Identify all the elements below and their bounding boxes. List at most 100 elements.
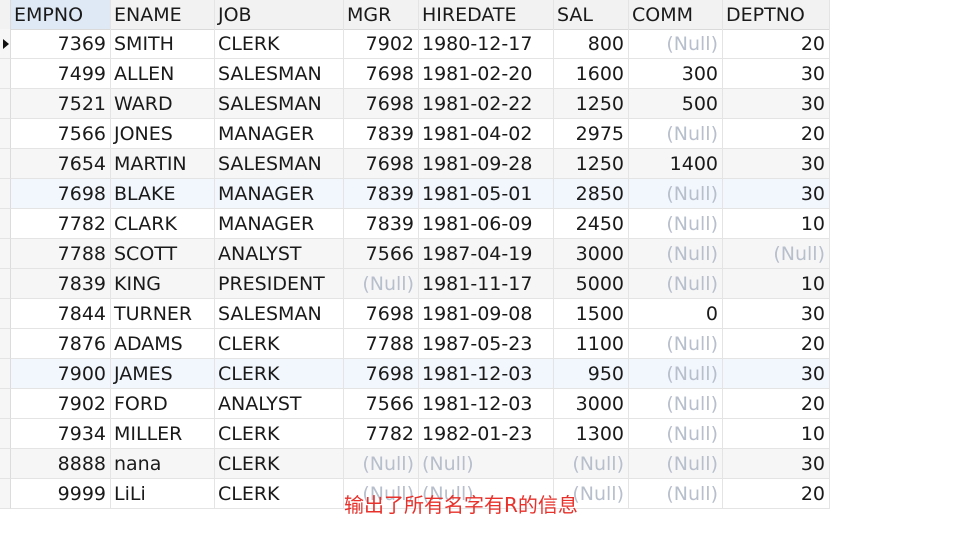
cell-empno[interactable]: 7934 <box>11 419 111 449</box>
cell-deptno[interactable]: 30 <box>723 179 830 209</box>
cell-sal[interactable]: 2450 <box>554 209 629 239</box>
cell-deptno[interactable]: 20 <box>723 479 830 509</box>
cell-job[interactable]: MANAGER <box>215 209 344 239</box>
cell-sal[interactable]: 1250 <box>554 89 629 119</box>
row-indicator[interactable] <box>0 449 11 479</box>
cell-mgr[interactable]: 7698 <box>344 89 419 119</box>
cell-hiredate[interactable]: 1982-01-23 <box>419 419 554 449</box>
cell-deptno[interactable]: 20 <box>723 389 830 419</box>
cell-comm[interactable]: (Null) <box>629 239 723 269</box>
cell-sal[interactable]: (Null) <box>554 449 629 479</box>
cell-hiredate[interactable]: 1981-05-01 <box>419 179 554 209</box>
row-indicator[interactable] <box>0 419 11 449</box>
cell-hiredate[interactable]: 1981-12-03 <box>419 359 554 389</box>
cell-sal[interactable]: 2850 <box>554 179 629 209</box>
cell-job[interactable]: ANALYST <box>215 239 344 269</box>
table-row[interactable]: 7900 JAMES CLERK 7698 1981-12-03 950 (Null) 30 <box>0 359 830 389</box>
cell-empno[interactable]: 7876 <box>11 329 111 359</box>
cell-mgr[interactable]: 7839 <box>344 119 419 149</box>
cell-ename[interactable]: WARD <box>111 89 215 119</box>
cell-ename[interactable]: FORD <box>111 389 215 419</box>
table-row[interactable]: 7934 MILLER CLERK 7782 1982-01-23 1300 (Null) 1… <box>0 419 830 449</box>
cell-empno[interactable]: 7499 <box>11 59 111 89</box>
cell-job[interactable]: CLERK <box>215 329 344 359</box>
row-indicator[interactable] <box>0 119 11 149</box>
column-header-sal[interactable]: SAL <box>554 0 629 30</box>
cell-sal[interactable]: 1250 <box>554 149 629 179</box>
table-row[interactable]: 7566 JONES MANAGER 7839 1981-04-02 2975 (Null)… <box>0 119 830 149</box>
table-row[interactable]: 7499 ALLEN SALESMAN 7698 1981-02-20 1600 300 30 <box>0 59 830 89</box>
table-row[interactable]: 7369 SMITH CLERK 7902 1980-12-17 800 (Null) 20 <box>0 29 830 59</box>
cell-mgr[interactable]: 7566 <box>344 389 419 419</box>
row-indicator[interactable] <box>0 89 11 119</box>
cell-empno[interactable]: 7902 <box>11 389 111 419</box>
column-header-job[interactable]: JOB <box>215 0 344 30</box>
cell-ename[interactable]: ALLEN <box>111 59 215 89</box>
table-row[interactable]: 7788 SCOTT ANALYST 7566 1987-04-19 3000 (Null)… <box>0 239 830 269</box>
cell-ename[interactable]: BLAKE <box>111 179 215 209</box>
cell-ename[interactable]: MILLER <box>111 419 215 449</box>
column-header-hiredate[interactable]: HIREDATE <box>419 0 554 30</box>
column-header-mgr[interactable]: MGR <box>344 0 419 30</box>
row-indicator[interactable] <box>0 209 11 239</box>
cell-job[interactable]: CLERK <box>215 359 344 389</box>
cell-comm[interactable]: (Null) <box>629 389 723 419</box>
cell-empno[interactable]: 7654 <box>11 149 111 179</box>
cell-sal[interactable]: 5000 <box>554 269 629 299</box>
cell-ename[interactable]: TURNER <box>111 299 215 329</box>
cell-ename[interactable]: KING <box>111 269 215 299</box>
cell-comm[interactable]: (Null) <box>629 29 723 59</box>
cell-deptno[interactable]: 30 <box>723 299 830 329</box>
cell-deptno[interactable]: 30 <box>723 449 830 479</box>
cell-deptno[interactable]: (Null) <box>723 239 830 269</box>
table-row[interactable]: 7654 MARTIN SALESMAN 7698 1981-09-28 1250 1400… <box>0 149 830 179</box>
table-row[interactable]: 7698 BLAKE MANAGER 7839 1981-05-01 2850 (Null)… <box>0 179 830 209</box>
cell-hiredate[interactable]: 1981-02-20 <box>419 59 554 89</box>
cell-ename[interactable]: JONES <box>111 119 215 149</box>
cell-comm[interactable]: 1400 <box>629 149 723 179</box>
cell-comm[interactable]: (Null) <box>629 359 723 389</box>
table-row[interactable]: 7521 WARD SALESMAN 7698 1981-02-22 1250 500 30 <box>0 89 830 119</box>
cell-ename[interactable]: MARTIN <box>111 149 215 179</box>
cell-mgr[interactable]: 7698 <box>344 359 419 389</box>
cell-hiredate[interactable]: (Null) <box>419 449 554 479</box>
cell-empno[interactable]: 7782 <box>11 209 111 239</box>
cell-sal[interactable]: 1500 <box>554 299 629 329</box>
cell-hiredate[interactable]: 1981-02-22 <box>419 89 554 119</box>
column-header-empno[interactable]: EMPNO <box>11 0 111 30</box>
column-header-deptno[interactable]: DEPTNO <box>723 0 830 30</box>
row-indicator[interactable] <box>0 269 11 299</box>
cell-sal[interactable]: 1100 <box>554 329 629 359</box>
cell-comm[interactable]: (Null) <box>629 479 723 509</box>
cell-deptno[interactable]: 10 <box>723 209 830 239</box>
cell-job[interactable]: CLERK <box>215 449 344 479</box>
cell-job[interactable]: CLERK <box>215 419 344 449</box>
cell-mgr[interactable]: 7782 <box>344 419 419 449</box>
row-indicator[interactable] <box>0 359 11 389</box>
cell-deptno[interactable]: 30 <box>723 59 830 89</box>
cell-mgr[interactable]: (Null) <box>344 269 419 299</box>
cell-mgr[interactable]: 7839 <box>344 179 419 209</box>
cell-mgr[interactable]: (Null) <box>344 449 419 479</box>
cell-empno[interactable]: 7900 <box>11 359 111 389</box>
cell-job[interactable]: MANAGER <box>215 119 344 149</box>
cell-hiredate[interactable]: 1980-12-17 <box>419 29 554 59</box>
cell-comm[interactable]: (Null) <box>629 179 723 209</box>
cell-mgr[interactable]: 7839 <box>344 209 419 239</box>
cell-job[interactable]: SALESMAN <box>215 59 344 89</box>
cell-hiredate[interactable]: 1981-12-03 <box>419 389 554 419</box>
row-indicator[interactable] <box>0 479 11 509</box>
cell-deptno[interactable]: 30 <box>723 149 830 179</box>
row-indicator[interactable] <box>0 149 11 179</box>
cell-empno[interactable]: 8888 <box>11 449 111 479</box>
cell-job[interactable]: CLERK <box>215 479 344 509</box>
column-header-ename[interactable]: ENAME <box>111 0 215 30</box>
table-row[interactable]: 7902 FORD ANALYST 7566 1981-12-03 3000 (Null) 2… <box>0 389 830 419</box>
cell-hiredate[interactable]: 1987-05-23 <box>419 329 554 359</box>
cell-job[interactable]: SALESMAN <box>215 89 344 119</box>
cell-job[interactable]: SALESMAN <box>215 149 344 179</box>
cell-comm[interactable]: (Null) <box>629 329 723 359</box>
cell-hiredate[interactable]: 1987-04-19 <box>419 239 554 269</box>
cell-deptno[interactable]: 10 <box>723 269 830 299</box>
cell-mgr[interactable]: 7788 <box>344 329 419 359</box>
